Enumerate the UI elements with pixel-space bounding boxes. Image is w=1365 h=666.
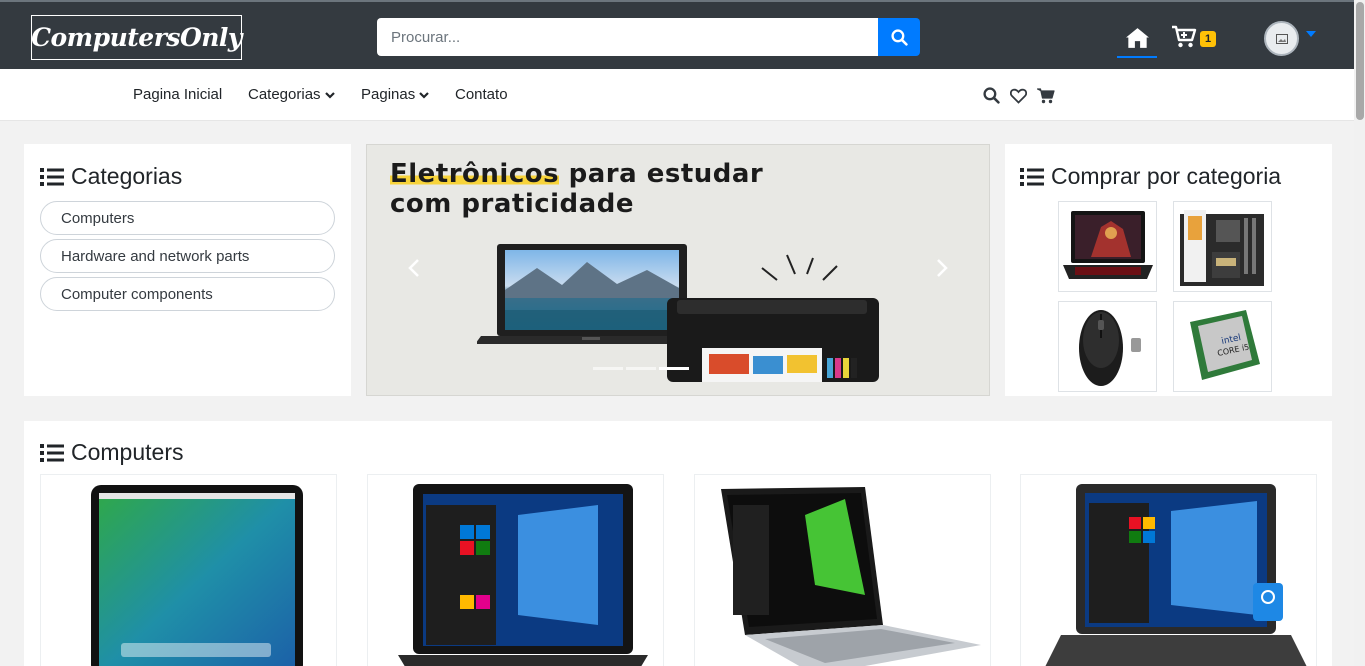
carousel-indicator[interactable] (626, 367, 656, 370)
nav-icon-group (983, 87, 1055, 104)
list-icon (40, 167, 64, 186)
category-thumb-motherboard[interactable] (1173, 201, 1272, 292)
carousel-next-button[interactable] (933, 257, 951, 279)
page-scrollbar-thumb[interactable] (1356, 2, 1364, 120)
category-thumb-cpu[interactable]: intel CORE i5 (1173, 301, 1272, 392)
search-input[interactable] (377, 18, 878, 56)
search-button[interactable] (878, 18, 920, 56)
chevron-right-icon (937, 259, 948, 277)
search-icon (890, 28, 908, 46)
nav-home-label: Pagina Inicial (133, 86, 223, 103)
category-item-computers[interactable]: Computers (40, 201, 335, 235)
category-item-components[interactable]: Computer components (40, 277, 335, 311)
product-card[interactable] (1020, 474, 1317, 666)
nav-contact-link[interactable]: Contato (455, 86, 508, 103)
cart-icon (1172, 25, 1197, 48)
top-header: ComputersOnly 1 (0, 0, 1354, 69)
list-icon (1020, 167, 1044, 186)
home-button[interactable] (1117, 20, 1157, 58)
search-icon[interactable] (983, 87, 1000, 104)
banner-headline-rest: para estudar (559, 159, 764, 189)
search-form (377, 18, 920, 56)
shop-by-category-panel: Comprar por categoria intel CORE i5 (1005, 144, 1332, 396)
nav-categories-dropdown[interactable]: Categorias (248, 86, 335, 103)
user-avatar[interactable] (1264, 21, 1299, 56)
nav-contact-label: Contato (455, 86, 508, 103)
home-icon (1125, 28, 1149, 48)
main-navbar: Pagina Inicial Categorias Paginas Contat… (0, 69, 1354, 121)
computers-title: Computers (40, 439, 183, 466)
acer-laptop-image (721, 487, 981, 666)
promo-carousel: Eletrônicos para estudar com praticidade (366, 144, 990, 396)
motherboard-image (1179, 209, 1264, 286)
intel-core-i5-cpu-image: intel CORE i5 (1189, 309, 1260, 380)
chevron-down-icon (324, 91, 335, 99)
banner-headline-highlight: Eletrônicos (390, 159, 560, 189)
shop-by-category-title: Comprar por categoria (1020, 163, 1281, 190)
dell-laptop-image (398, 484, 648, 666)
heart-icon[interactable] (1010, 88, 1027, 104)
shop-by-category-title-text: Comprar por categoria (1051, 163, 1282, 189)
user-image-icon (1275, 33, 1288, 44)
carousel-indicators (593, 367, 689, 370)
categories-title-text: Categorias (71, 163, 183, 189)
cart-icon[interactable] (1037, 87, 1055, 104)
list-icon (40, 443, 64, 462)
nav-home-link[interactable]: Pagina Inicial (133, 86, 222, 103)
computers-title-text: Computers (71, 439, 184, 465)
category-item-label: Computers (61, 209, 135, 227)
categories-panel: Categorias Computers Hardware and networ… (24, 144, 351, 396)
categories-title: Categorias (40, 163, 182, 190)
nav-pages-dropdown[interactable]: Paginas (361, 86, 429, 103)
category-thumb-gaming-laptop[interactable] (1058, 201, 1157, 292)
nav-pages-label: Paginas (361, 86, 416, 103)
banner-headline: Eletrônicos para estudar com praticidade (390, 159, 763, 219)
chevron-down-icon (419, 91, 429, 99)
header-cart-button[interactable]: 1 (1171, 22, 1217, 52)
category-thumb-mouse[interactable] (1058, 301, 1157, 392)
category-item-hardware[interactable]: Hardware and network parts (40, 239, 335, 273)
product-card[interactable] (40, 474, 337, 666)
nav-categories-label: Categorias (248, 86, 321, 103)
macbook-image (91, 485, 303, 666)
carousel-prev-button[interactable] (405, 257, 423, 279)
gaming-laptop-image (1062, 210, 1153, 279)
wireless-mouse-image (1078, 309, 1141, 386)
category-item-label: Hardware and network parts (61, 247, 250, 265)
category-item-label: Computer components (61, 285, 213, 303)
product-card[interactable] (694, 474, 991, 666)
carousel-indicator[interactable] (593, 367, 623, 370)
cart-count-badge: 1 (1200, 31, 1217, 47)
chevron-left-icon (408, 259, 419, 277)
brand-logo[interactable]: ComputersOnly (31, 15, 242, 60)
carousel-indicator-active[interactable] (659, 367, 689, 370)
product-card[interactable] (367, 474, 664, 666)
user-menu-caret-icon[interactable] (1306, 31, 1316, 37)
hp-laptop-image (1045, 484, 1307, 666)
banner-headline-line2: com praticidade (390, 189, 634, 219)
